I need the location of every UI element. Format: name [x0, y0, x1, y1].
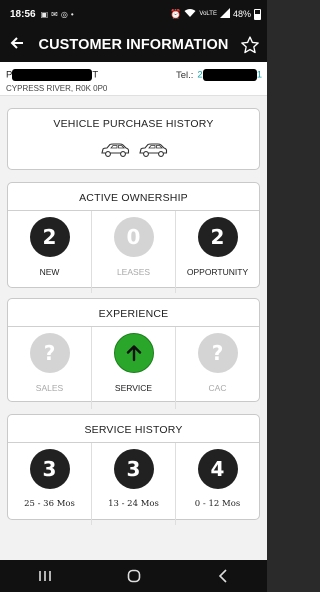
experience-card: EXPERIENCE ? SALES SERVICE ? CAC: [7, 298, 260, 409]
home-icon: [127, 569, 140, 583]
favorite-button[interactable]: [233, 35, 267, 55]
mail-icon: ✉: [51, 9, 58, 19]
card-title: SERVICE HISTORY: [84, 424, 183, 436]
question-icon: ?: [29, 333, 70, 373]
redaction-bar: [12, 69, 93, 81]
count-badge: 4: [197, 449, 238, 489]
count-badge: 2: [197, 217, 238, 257]
count-badge: 3: [29, 449, 70, 489]
back-nav-button[interactable]: [203, 560, 243, 592]
star-outline-icon: [241, 36, 259, 54]
cell-label: 13 - 24 Mos: [108, 499, 159, 509]
chevron-left-icon: [218, 569, 227, 583]
page-title: CUSTOMER INFORMATION: [38, 37, 229, 53]
recents-button[interactable]: [25, 560, 65, 592]
whatsapp-icon: ◎: [60, 9, 68, 19]
ownership-new[interactable]: 2 NEW: [8, 211, 92, 293]
wifi-icon: [184, 8, 196, 20]
arrow-up-icon: [113, 333, 154, 373]
ownership-leases[interactable]: 0 LEASES: [92, 211, 176, 293]
signal-icon: [219, 8, 230, 20]
vehicle-list: [8, 142, 259, 158]
cell-label: 25 - 36 Mos: [24, 499, 75, 509]
card-title: EXPERIENCE: [98, 308, 169, 320]
battery-percent: 48%: [232, 9, 251, 19]
cell-label: SERVICE: [114, 383, 153, 393]
alarm-icon: ⏰: [170, 8, 182, 19]
content-area: PT Tel.: 2 1 CYPRESS RIVER, R0K 0P0 VEHICL…: [0, 62, 267, 560]
cell-label: NEW: [39, 267, 60, 277]
phone-label: Tel.:: [175, 69, 194, 81]
cell-label: CAC: [208, 383, 227, 393]
service-13-24-mos[interactable]: 3 13 - 24 Mos: [92, 443, 176, 525]
status-time: 18:56: [10, 8, 36, 20]
phone-last: 1: [256, 69, 262, 81]
count-badge: 3: [113, 449, 154, 489]
card-title: VEHICLE PURCHASE HISTORY: [53, 118, 214, 130]
experience-cac[interactable]: ? CAC: [176, 327, 259, 409]
service-0-12-mos[interactable]: 4 0 - 12 Mos: [176, 443, 259, 525]
customer-address: CYPRESS RIVER, R0K 0P0: [6, 84, 108, 93]
active-ownership-card: ACTIVE OWNERSHIP 2 NEW 0 LEASES 2 OPPORT…: [7, 182, 260, 293]
recents-icon: [38, 571, 51, 581]
dot-icon: •: [70, 9, 74, 19]
customer-phone[interactable]: Tel.: 2 1: [176, 69, 262, 81]
cell-label: SALES: [35, 383, 64, 393]
back-button[interactable]: [0, 28, 34, 62]
app-bar: CUSTOMER INFORMATION: [0, 28, 267, 62]
car-icon: [100, 143, 129, 157]
battery-icon: [254, 8, 261, 20]
vehicle-purchase-history-card[interactable]: VEHICLE PURCHASE HISTORY: [7, 108, 260, 170]
ownership-opportunity[interactable]: 2 OPPORTUNITY: [176, 211, 259, 293]
status-bar: 18:56 ▣ ✉ ◎ • ⏰ VoLTE 48%: [0, 0, 267, 28]
experience-sales[interactable]: ? SALES: [8, 327, 92, 409]
redaction-bar: [202, 69, 257, 81]
cell-label: 0 - 12 Mos: [194, 499, 241, 509]
gallery-icon: ▣: [40, 9, 49, 19]
customer-name-last: T: [92, 69, 99, 81]
customer-header: PT Tel.: 2 1 CYPRESS RIVER, R0K 0P0: [0, 62, 267, 96]
service-history-card: SERVICE HISTORY 3 25 - 36 Mos 3 13 - 24 …: [7, 414, 260, 525]
car-icon: [138, 143, 167, 157]
service-25-36-mos[interactable]: 3 25 - 36 Mos: [8, 443, 92, 525]
card-title: ACTIVE OWNERSHIP: [79, 192, 188, 204]
arrow-left-icon: [10, 37, 23, 49]
customer-name: PT: [6, 69, 98, 81]
count-badge: 0: [113, 217, 154, 257]
question-icon: ?: [197, 333, 238, 373]
home-button[interactable]: [114, 560, 154, 592]
experience-service[interactable]: SERVICE: [92, 327, 176, 409]
system-nav-bar: [0, 560, 267, 592]
cell-label: LEASES: [116, 267, 151, 277]
count-badge: 2: [29, 217, 70, 257]
phone-first: 2: [197, 69, 203, 81]
cell-label: OPPORTUNITY: [186, 267, 249, 277]
volte-label: VoLTE: [199, 11, 217, 17]
